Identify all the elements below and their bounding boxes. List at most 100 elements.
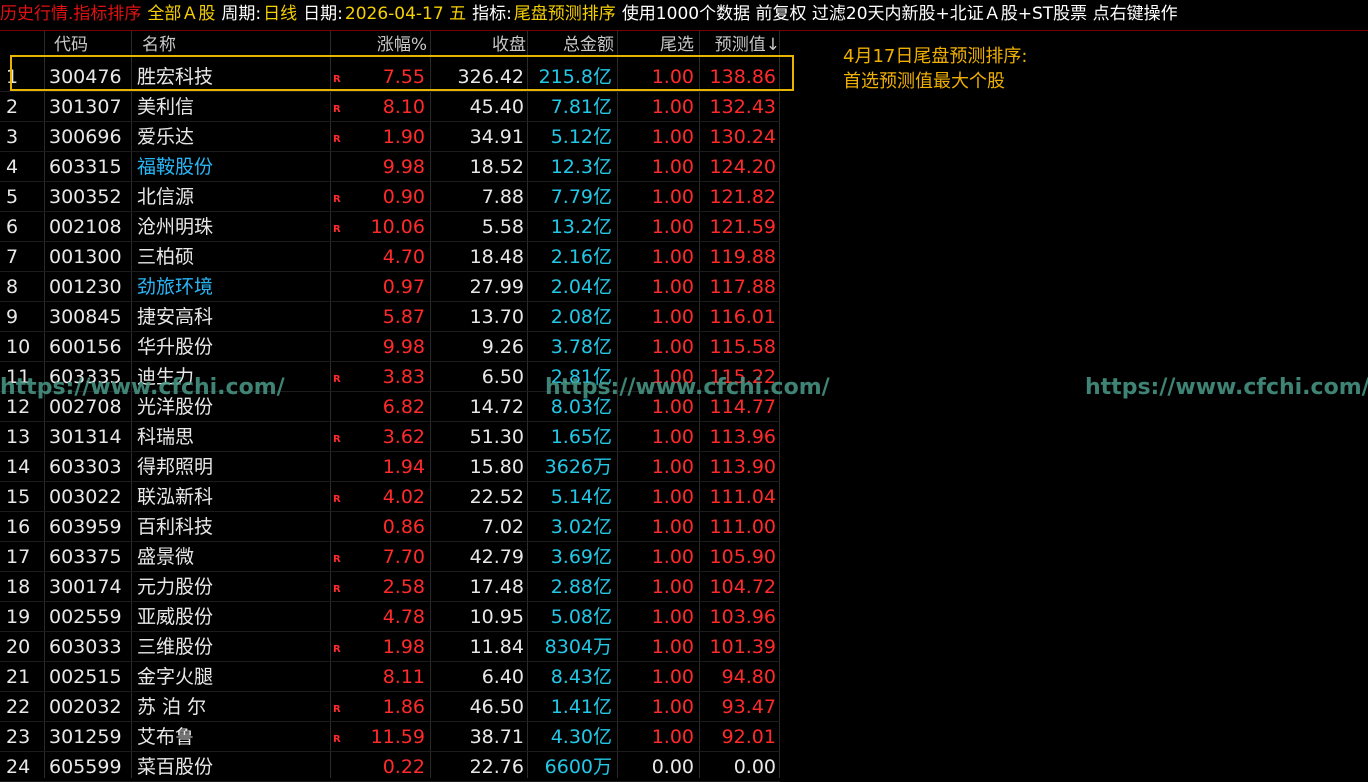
predict-value: 103.96 — [709, 606, 776, 628]
stock-name: 百利科技 — [137, 516, 214, 538]
selected-row-highlight — [10, 55, 794, 91]
change-percent: 8.11 — [382, 666, 425, 688]
table-row[interactable]: 6 002108 沧州明珠 R 10.06 5.58 13.2亿 1.00 121.59 — [0, 212, 780, 242]
total-amount: 13.2亿 — [550, 216, 612, 238]
table-row[interactable]: 19 002559 亚威股份 4.78 10.95 5.08亿 1.00 103.96 — [0, 602, 780, 632]
row-index: 2 — [6, 96, 19, 118]
predict-value: 111.00 — [709, 516, 776, 538]
close-price: 22.52 — [469, 486, 524, 508]
table-row[interactable]: 23 301259 艾布鲁 R 11.59 38.71 4.30亿 1.00 92.01 — [0, 722, 780, 752]
stock-name: 美利信 — [137, 96, 195, 118]
row-index: 17 — [6, 546, 31, 568]
tail-select-value: 1.00 — [651, 276, 694, 298]
stock-code: 600156 — [49, 336, 122, 358]
table-row[interactable]: 22 002032 苏 泊 尔 R 1.86 46.50 1.41亿 1.00 93.47 — [0, 692, 780, 722]
close-price: 7.88 — [481, 186, 524, 208]
close-price: 45.40 — [469, 96, 524, 118]
predict-value: 132.43 — [709, 96, 776, 118]
row-index: 7 — [6, 246, 19, 268]
total-amount: 5.12亿 — [550, 126, 612, 148]
table-row[interactable]: 14 603303 得邦照明 1.94 15.80 3626万 1.00 113.90 — [0, 452, 780, 482]
watermark-text: https://www.cfchi.com/ — [0, 375, 285, 400]
note-line-1: 4月17日尾盘预测排序: — [843, 46, 1028, 67]
predict-value: 104.72 — [709, 576, 776, 598]
close-price: 13.70 — [469, 306, 524, 328]
row-index: 13 — [6, 426, 31, 448]
table-row[interactable]: 10 600156 华升股份 9.98 9.26 3.78亿 1.00 115.58 — [0, 332, 780, 362]
header-pred-label: 预测值↓ — [714, 35, 780, 55]
change-percent: 0.90 — [382, 186, 425, 208]
table-row[interactable]: 8 001230 劲旅环境 0.97 27.99 2.04亿 1.00 117.88 — [0, 272, 780, 302]
change-percent: 1.98 — [382, 636, 425, 658]
stock-name: 得邦照明 — [137, 456, 214, 478]
date-label: 日期: — [303, 4, 343, 24]
stock-code: 300352 — [49, 186, 122, 208]
row-index: 3 — [6, 126, 19, 148]
stock-name: 北信源 — [137, 186, 195, 208]
table-row[interactable]: 7 001300 三柏硕 4.70 18.48 2.16亿 1.00 119.88 — [0, 242, 780, 272]
tail-select-value: 1.00 — [651, 726, 694, 748]
date-value[interactable]: 2026-04-17 五 — [345, 4, 466, 24]
stock-name: 三维股份 — [137, 636, 214, 658]
stock-code: 001300 — [49, 246, 122, 268]
table-row[interactable]: 3 300696 爱乐达 R 1.90 34.91 5.12亿 1.00 130.24 — [0, 122, 780, 152]
predict-value: 119.88 — [709, 246, 776, 268]
market-filter[interactable]: 全部Ａ股 — [147, 4, 215, 24]
predict-value: 101.39 — [709, 636, 776, 658]
table-row[interactable]: 2 301307 美利信 R 8.10 45.40 7.81亿 1.00 132.43 — [0, 92, 780, 122]
stock-code: 002515 — [49, 666, 122, 688]
close-price: 7.02 — [481, 516, 524, 538]
tail-select-value: 1.00 — [651, 186, 694, 208]
tail-select-value: 1.00 — [651, 156, 694, 178]
table-row[interactable]: 18 300174 元力股份 R 2.58 17.48 2.88亿 1.00 104.72 — [0, 572, 780, 602]
predict-value: 93.47 — [721, 696, 776, 718]
table-row[interactable]: 17 603375 盛景微 R 7.70 42.79 3.69亿 1.00 105.90 — [0, 542, 780, 572]
tail-select-value: 1.00 — [651, 636, 694, 658]
close-price: 18.48 — [469, 246, 524, 268]
table-row[interactable]: 9 300845 捷安高科 5.87 13.70 2.08亿 1.00 116.01 — [0, 302, 780, 332]
total-amount: 1.65亿 — [550, 426, 612, 448]
row-index: 4 — [6, 156, 19, 178]
table-row[interactable]: 21 002515 金字火腿 8.11 6.40 8.43亿 1.00 94.80 — [0, 662, 780, 692]
close-price: 5.58 — [481, 216, 524, 238]
table-row[interactable]: 16 603959 百利科技 0.86 7.02 3.02亿 1.00 111.00 — [0, 512, 780, 542]
stock-code: 603033 — [49, 636, 122, 658]
stock-code: 300174 — [49, 576, 122, 598]
period-value[interactable]: 日线 — [263, 4, 297, 24]
change-percent: 1.94 — [382, 456, 425, 478]
period-label: 周期: — [221, 4, 262, 24]
note-line-2: 首选预测值最大个股 — [843, 71, 1005, 92]
tail-select-value: 1.00 — [651, 336, 694, 358]
indicator-value[interactable]: 尾盘预测排序 — [514, 4, 616, 24]
stock-name: 三柏硕 — [137, 246, 195, 268]
table-row[interactable]: 13 301314 科瑞思 R 3.62 51.30 1.65亿 1.00 113.96 — [0, 422, 780, 452]
table-row[interactable]: 20 603033 三维股份 R 1.98 11.84 8304万 1.00 101.39 — [0, 632, 780, 662]
stock-code: 301259 — [49, 726, 122, 748]
stock-code: 001230 — [49, 276, 122, 298]
total-amount: 1.41亿 — [550, 696, 612, 718]
close-price: 38.71 — [469, 726, 524, 748]
close-price: 9.26 — [481, 336, 524, 358]
stock-code: 002559 — [49, 606, 122, 628]
total-amount: 3.78亿 — [550, 336, 612, 358]
predict-value: 124.20 — [709, 156, 776, 178]
close-price: 34.91 — [469, 126, 524, 148]
tail-select-value: 1.00 — [651, 546, 694, 568]
tail-select-value: 1.00 — [651, 456, 694, 478]
total-amount: 2.16亿 — [550, 246, 612, 268]
table-row[interactable]: 5 300352 北信源 R 0.90 7.88 7.79亿 1.00 121.82 — [0, 182, 780, 212]
total-amount: 7.79亿 — [550, 186, 612, 208]
change-percent: 11.59 — [370, 726, 425, 748]
close-price: 10.95 — [469, 606, 524, 628]
row-index: 10 — [6, 336, 31, 358]
change-percent: 4.70 — [382, 246, 425, 268]
change-percent: 0.97 — [382, 276, 425, 298]
predict-value: 94.80 — [721, 666, 776, 688]
change-percent: 8.10 — [382, 96, 425, 118]
stock-code: 603303 — [49, 456, 122, 478]
table-row[interactable]: 15 003022 联泓新科 R 4.02 22.52 5.14亿 1.00 111.04 — [0, 482, 780, 512]
row-index: 5 — [6, 186, 19, 208]
total-amount: 3.69亿 — [550, 546, 612, 568]
table-row[interactable]: 4 603315 福鞍股份 9.98 18.52 12.3亿 1.00 124.20 — [0, 152, 780, 182]
stock-code: 301307 — [49, 96, 122, 118]
